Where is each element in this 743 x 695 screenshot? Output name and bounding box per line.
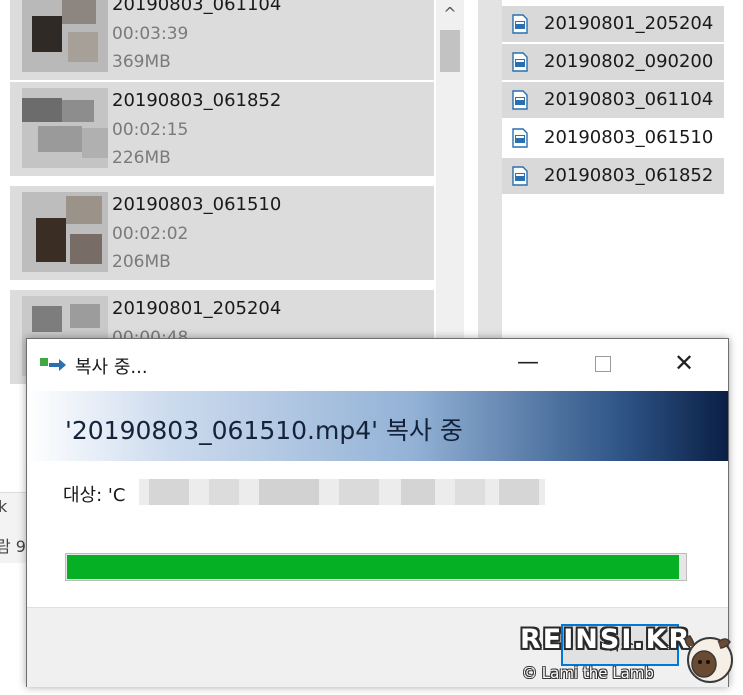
video-thumbnail	[22, 0, 108, 72]
video-thumbnail	[22, 88, 108, 168]
dest-file-item[interactable]: 20190801_205204	[502, 6, 724, 42]
close-button[interactable]: ✕	[661, 339, 707, 389]
pane-divider	[478, 0, 502, 340]
watermark-logo-text: REINSI.KR	[520, 624, 692, 655]
dest-file-item[interactable]: 20190802_090200	[502, 44, 724, 80]
operation-banner: '20190803_061510.mp4' 복사 중	[27, 391, 728, 461]
progress-fill	[67, 555, 679, 579]
video-file-icon	[512, 90, 528, 110]
blurred-path	[139, 479, 545, 505]
watermark: REINSI.KR © Lami the Lamb	[520, 624, 740, 692]
video-file-icon	[512, 128, 528, 148]
status-text: k	[0, 497, 8, 516]
target-path-label: 대상: 'C	[63, 485, 126, 506]
file-name: 20190803_061852	[112, 90, 282, 111]
file-size: 206MB	[112, 252, 171, 272]
dest-file-item[interactable]: 20190803_061104	[502, 82, 724, 118]
copy-transfer-icon	[40, 358, 66, 371]
file-card[interactable]: 20190803_061852 00:02:15 226MB	[10, 82, 434, 176]
dest-file-item[interactable]: 20190803_061852	[502, 158, 724, 194]
file-name: 20190803_061104	[112, 0, 282, 15]
destination-file-list: 20190801_205204 20190802_090200 20190803…	[502, 0, 743, 340]
file-duration: 00:02:02	[112, 224, 189, 244]
dest-file-name: 20190802_090200	[544, 51, 714, 72]
dest-file-name: 20190801_205204	[544, 13, 714, 34]
file-size: 226MB	[112, 148, 171, 168]
watermark-credit: © Lami the Lamb	[522, 664, 654, 682]
video-thumbnail	[22, 192, 108, 272]
maximize-icon	[595, 356, 611, 372]
copy-progress-bar	[65, 553, 687, 581]
maximize-button[interactable]	[579, 339, 625, 389]
video-file-icon	[512, 52, 528, 72]
file-name: 20190801_205204	[112, 298, 282, 319]
video-file-icon	[512, 14, 528, 34]
file-duration: 00:03:39	[112, 24, 189, 44]
dest-file-name: 20190803_061852	[544, 165, 714, 186]
dest-file-name: 20190803_061104	[544, 89, 714, 110]
dialog-title: 복사 중...	[75, 357, 148, 378]
status-text: 람 9	[0, 537, 26, 556]
dialog-titlebar[interactable]: 복사 중... — ✕	[27, 339, 728, 389]
video-file-icon	[512, 166, 528, 186]
dest-file-item[interactable]: 20190803_061510	[502, 120, 724, 156]
dest-file-name: 20190803_061510	[544, 127, 714, 148]
scroll-thumb[interactable]	[440, 30, 460, 72]
lamb-mascot-icon	[684, 635, 733, 683]
minimize-button[interactable]: —	[505, 339, 551, 389]
file-size: 369MB	[112, 52, 171, 72]
file-card[interactable]: 20190803_061510 00:02:02 206MB	[10, 186, 434, 280]
file-duration: 00:02:15	[112, 120, 189, 140]
banner-text: '20190803_061510.mp4' 복사 중	[65, 416, 463, 445]
file-card[interactable]: 20190803_061104 00:03:39 369MB	[10, 0, 434, 80]
scroll-up-icon[interactable]: ^	[436, 0, 464, 28]
file-name: 20190803_061510	[112, 194, 282, 215]
